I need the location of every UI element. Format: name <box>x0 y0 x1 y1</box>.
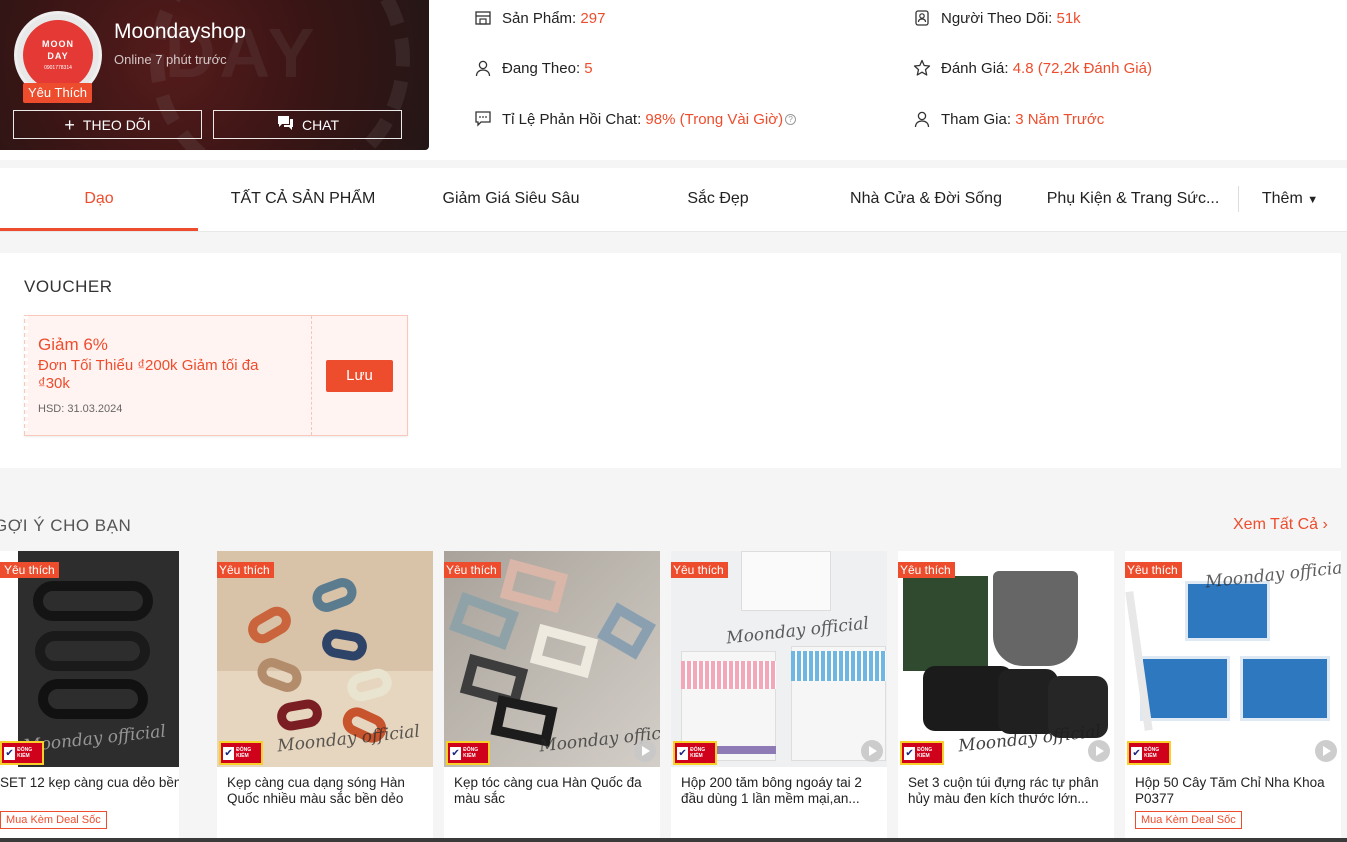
stat-rating: Đánh Giá: 4.8 (72,2k Đánh Giá) <box>913 59 1152 77</box>
shop-name: Moondayshop <box>114 20 246 43</box>
product-image: Yêu thích Moonday official ✔ ĐÓNG KIỂM <box>444 551 660 767</box>
product-name: Hộp 200 tăm bông ngoáy tai 2 đầu dùng 1 … <box>681 775 862 806</box>
chevron-right-icon: › <box>1322 516 1328 533</box>
voucher-condition: Đơn Tối Thiểu ₫200k Giảm tối đa ₫30k <box>38 357 259 392</box>
recommend-section-title: GỢI Ý CHO BẠN <box>0 516 132 535</box>
stat-following: Đang Theo: 5 <box>474 59 593 77</box>
stat-chat-response: Tỉ Lệ Phản Hồi Chat: 98% (Trong Vài Giờ)… <box>474 110 797 128</box>
shop-nav-tabs: Dạo TẤT CẢ SẢN PHẨM Giảm Giá Siêu Sâu Sắ… <box>0 168 1347 232</box>
tab-beauty[interactable]: Sắc Đẹp <box>619 168 817 231</box>
chat-bubble-icon <box>276 115 294 134</box>
favorite-tag: Yêu thích <box>671 562 728 578</box>
stat-value: 98% (Trong Vài Giờ) <box>645 110 784 128</box>
chat-icon <box>474 110 492 128</box>
follow-button[interactable]: + THEO DÕI <box>13 110 202 139</box>
product-card[interactable]: Yêu thích Moonday official ✔ ĐÓNG KIỂM Kẹ… <box>217 551 433 842</box>
chat-button[interactable]: CHAT <box>213 110 402 139</box>
favorite-tag: Yêu thích <box>898 562 955 578</box>
deal-tag: Mua Kèm Deal Sốc <box>0 811 107 829</box>
stat-label: Sản Phẩm: <box>502 9 577 27</box>
followers-icon <box>913 9 931 27</box>
product-card[interactable]: Yêu thích Moonday official ✔ ĐÓNG KIỂM Se… <box>898 551 1114 842</box>
product-name: SET 12 kẹp càng cua dẻo bền,to <box>0 775 179 790</box>
plus-icon: + <box>64 114 75 135</box>
tab-accessories[interactable]: Phụ Kiện & Trang Sức... <box>1034 168 1232 231</box>
save-voucher-button[interactable]: Lưu <box>326 360 393 392</box>
stat-value: 3 Năm Trước <box>1015 110 1105 128</box>
voucher-section-title: VOUCHER <box>24 277 113 296</box>
stat-label: Người Theo Dõi: <box>941 9 1053 27</box>
user-icon <box>474 59 492 77</box>
see-all-label: Xem Tất Cả <box>1233 516 1319 533</box>
verified-badge: ✔ ĐÓNG KIỂM <box>673 741 717 765</box>
user-joined-icon <box>913 110 931 128</box>
product-image: Yêu thích Moonday official ✔ ĐÓNG KIỂM <box>898 551 1114 767</box>
stat-label: Tỉ Lệ Phản Hồi Chat: <box>502 110 642 128</box>
voucher-divider <box>311 316 312 435</box>
tab-explore[interactable]: Dạo <box>0 168 198 231</box>
stat-label: Tham Gia: <box>941 110 1012 128</box>
help-icon[interactable]: ? <box>785 114 797 126</box>
play-video-icon[interactable] <box>861 740 883 762</box>
stat-value: 5 <box>584 59 593 77</box>
product-card[interactable]: Yêu thích Moonday official ✔ ĐÓNG KIỂM Hộ… <box>1125 551 1341 842</box>
verified-badge: ✔ ĐÓNG KIỂM <box>446 741 490 765</box>
stat-value: 51k <box>1056 9 1081 27</box>
voucher-discount: Giảm 6% <box>38 335 108 354</box>
play-video-icon[interactable] <box>1088 740 1110 762</box>
play-video-icon[interactable] <box>1315 740 1337 762</box>
play-video-icon[interactable] <box>634 740 656 762</box>
favorite-tag: Yêu thích <box>1125 562 1182 578</box>
voucher-card: Giảm 6% Đơn Tối Thiểu ₫200k Giảm tối đa … <box>24 315 408 436</box>
store-icon <box>474 9 492 27</box>
tab-more-dropdown[interactable]: Thêm ▼ <box>1250 168 1330 231</box>
product-image: Yêu thích Moonday official ✔ ĐÓNG KIỂM <box>217 551 433 767</box>
shop-logo: MOON DAY 0901778314 <box>23 20 93 90</box>
favorite-shop-badge: Yêu Thích <box>23 83 93 103</box>
product-image: Yêu thích Moonday official ✔ ĐÓNG KIỂM <box>1125 551 1341 767</box>
chat-button-label: CHAT <box>301 116 340 133</box>
stat-products: Sản Phẩm: 297 <box>474 9 605 27</box>
shop-online-status: Online 7 phút trước <box>114 52 227 67</box>
favorite-tag: Yêu thích <box>444 562 501 578</box>
tab-all-products[interactable]: TẤT CẢ SẢN PHẨM <box>204 168 402 231</box>
verified-badge: ✔ ĐÓNG KIỂM <box>1127 741 1171 765</box>
shop-header: DAY MOON DAY 0901778314 Yêu Thích Moonda… <box>0 0 1347 160</box>
product-name: Set 3 cuộn túi đựng rác tự phân hủy màu … <box>908 775 1099 806</box>
stat-value: 297 <box>580 9 606 27</box>
product-name: Kẹp tóc càng cua Hàn Quốc đa màu sắc <box>454 775 642 806</box>
product-card[interactable]: Yêu thích Moonday official ✔ ĐÓNG KIỂM Kẹ… <box>444 551 660 842</box>
favorite-tag: Yêu thích <box>0 562 59 578</box>
nav-divider <box>1238 186 1239 212</box>
tab-home-living[interactable]: Nhà Cửa & Đời Sống <box>827 168 1025 231</box>
bottom-edge <box>0 838 1347 842</box>
follow-button-label: THEO DÕI <box>82 116 151 133</box>
verified-badge: ✔ ĐÓNG KIỂM <box>0 741 44 765</box>
verified-badge: ✔ ĐÓNG KIỂM <box>219 741 263 765</box>
caret-down-icon: ▼ <box>1307 194 1319 206</box>
see-all-link[interactable]: Xem Tất Cả › <box>1233 516 1328 534</box>
stat-value: 4.8 (72,2k Đánh Giá) <box>1012 59 1152 77</box>
shop-banner: DAY MOON DAY 0901778314 Yêu Thích Moonda… <box>0 0 429 150</box>
product-name: Hộp 50 Cây Tăm Chỉ Nha Khoa P0377 <box>1135 775 1325 806</box>
stat-label: Đánh Giá: <box>941 59 1009 77</box>
voucher-expiry: HSD: 31.03.2024 <box>38 403 123 415</box>
stat-joined: Tham Gia: 3 Năm Trước <box>913 110 1104 128</box>
stat-followers: Người Theo Dõi: 51k <box>913 9 1081 27</box>
more-label: Thêm <box>1261 190 1303 207</box>
favorite-tag: Yêu thích <box>217 562 274 578</box>
product-name: Kẹp càng cua dạng sóng Hàn Quốc nhiều mà… <box>227 775 405 806</box>
product-image: Yêu thích Moonday official ✔ ĐÓNG KIỂM <box>671 551 887 767</box>
verified-badge: ✔ ĐÓNG KIỂM <box>900 741 944 765</box>
voucher-section: VOUCHER Giảm 6% Đơn Tối Thiểu ₫200k Giảm… <box>0 253 1341 468</box>
tab-deep-discount[interactable]: Giảm Giá Siêu Sâu <box>412 168 610 231</box>
star-icon <box>913 59 931 77</box>
stat-label: Đang Theo: <box>502 59 581 77</box>
product-image: Yêu thích Moonday official ✔ ĐÓNG KIỂM <box>0 551 179 767</box>
product-card[interactable]: Yêu thích Moonday official ✔ ĐÓNG KIỂM SE… <box>0 551 179 842</box>
deal-tag: Mua Kèm Deal Sốc <box>1135 811 1242 829</box>
product-card[interactable]: Yêu thích Moonday official ✔ ĐÓNG KIỂM Hộ… <box>671 551 887 842</box>
